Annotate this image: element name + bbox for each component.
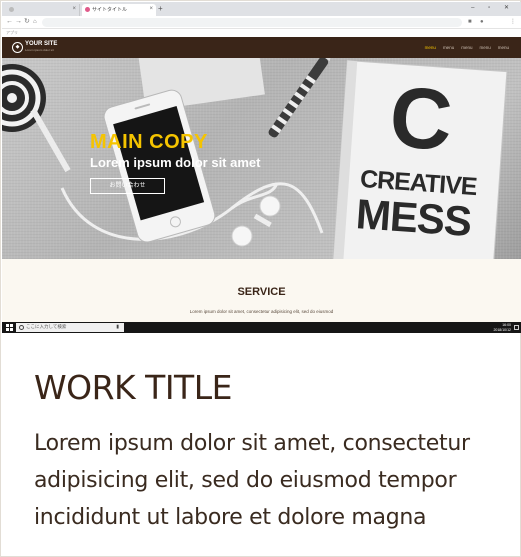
close-icon[interactable]: × [72,6,76,12]
site-logo-text[interactable]: YOUR SITE [25,41,57,48]
taskbar-search-input[interactable]: ここに入力して検索 ▮ [16,323,124,332]
close-icon[interactable]: × [149,6,153,12]
work-card[interactable]: × サイトタイトル × + – ▫ ✕ ← → ↻ ⌂ ■ ● ⋮ アプリ ◆ … [0,0,521,557]
menu-icon[interactable]: ⋮ [510,19,516,26]
nav-item[interactable]: menu [461,45,472,50]
browser-tab[interactable]: × [6,4,80,16]
windows-start-icon[interactable] [6,324,13,331]
work-screenshot: × サイトタイトル × + – ▫ ✕ ← → ↻ ⌂ ■ ● ⋮ アプリ ◆ … [2,2,521,333]
home-icon[interactable]: ⌂ [33,18,37,26]
nav-item[interactable]: menu [498,45,509,50]
notebook-letter: C [386,68,456,170]
pen-image [268,58,333,138]
address-bar: ← → ↻ ⌂ ■ ● ⋮ [2,16,521,29]
reload-icon[interactable]: ↻ [24,18,30,26]
notification-icon[interactable] [514,325,519,330]
work-description: Lorem ipsum dolor sit amet, consectetur … [34,431,470,530]
site-header: ◆ YOUR SITE Lorem ipsum dolor sit menu m… [2,37,521,58]
service-title: SERVICE [237,286,286,298]
logo-icon[interactable]: ◆ [12,42,23,53]
lollipop-image [2,64,71,173]
microphone-icon[interactable]: ▮ [116,324,119,330]
cortana-icon [19,325,24,330]
extension-icon[interactable]: ■ [468,19,472,26]
contact-button[interactable]: お問い合わせ [90,178,165,194]
back-icon[interactable]: ← [6,18,13,26]
tab-label: サイトタイトル [92,7,128,13]
browser-tab-active[interactable]: サイトタイトル × [82,4,156,16]
nav-item[interactable]: menu [425,45,436,50]
service-text: Lorem ipsum dolor sit amet, consectetur … [189,309,334,314]
notebook-line2: MESS [354,190,473,245]
profile-icon[interactable]: ● [480,19,484,26]
nav-item[interactable]: menu [443,45,454,50]
bookmarks-bar: アプリ [2,29,521,37]
work-title: WORK TITLE [34,368,232,407]
favicon-icon [9,7,14,12]
hero: C CREATIVE MESS MAIN COPY Lorem ipsum do… [2,58,521,259]
hero-subtitle: Lorem ipsum dolor sit amet [90,155,261,170]
browser-tab-bar: × サイトタイトル × + – ▫ ✕ [2,2,521,16]
new-tab-button[interactable]: + [158,4,163,14]
forward-icon[interactable]: → [15,18,22,26]
hero-title: MAIN COPY [90,131,208,153]
taskbar: ここに入力して検索 ▮ 16:00 2018/10/12 [2,322,521,333]
favicon-icon [85,7,90,12]
service-section: SERVICE Lorem ipsum dolor sit amet, cons… [2,259,521,322]
tray-clock[interactable]: 16:00 2018/10/12 [493,323,511,332]
site-nav: menu menu menu menu menu [425,45,509,50]
site-logo-tagline: Lorem ipsum dolor sit [25,48,54,52]
url-input[interactable] [42,18,462,27]
window-controls[interactable]: – ▫ ✕ [471,4,515,11]
nav-item[interactable]: menu [479,45,490,50]
bookmark-apps[interactable]: アプリ [6,30,18,35]
